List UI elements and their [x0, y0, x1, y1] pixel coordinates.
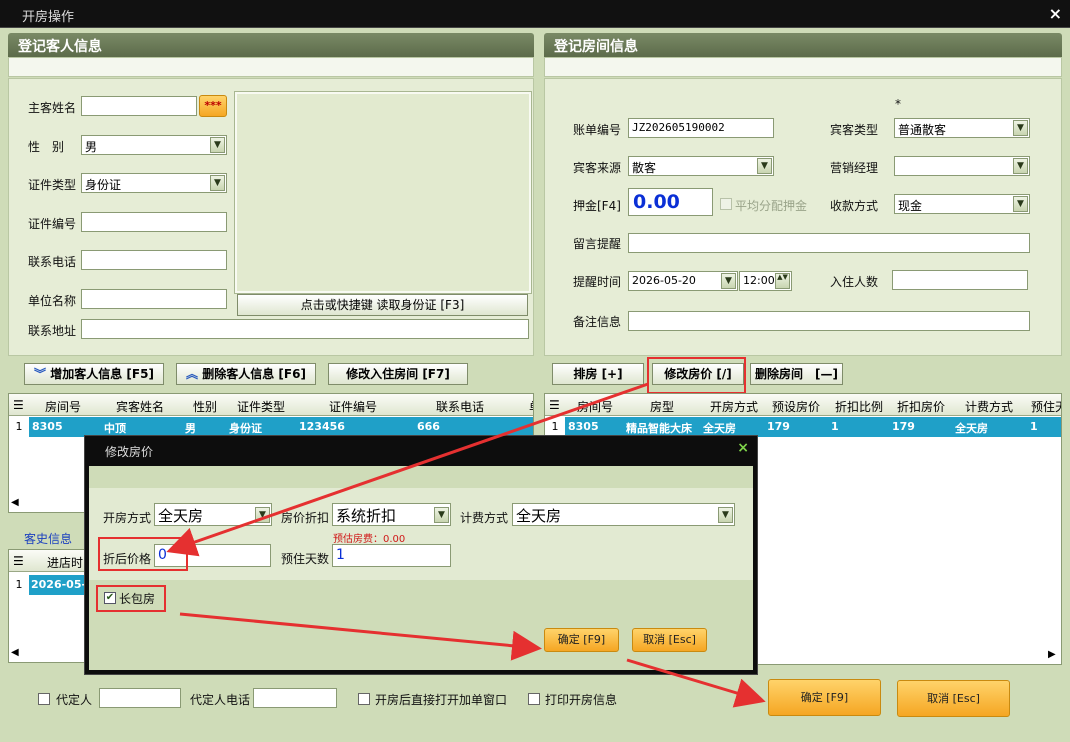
arrow-to-dialog-confirm [179, 612, 542, 661]
annotation-arrows [166, 382, 766, 708]
arrow-to-main-confirm [626, 658, 766, 708]
arrow-to-after-price [166, 382, 649, 557]
